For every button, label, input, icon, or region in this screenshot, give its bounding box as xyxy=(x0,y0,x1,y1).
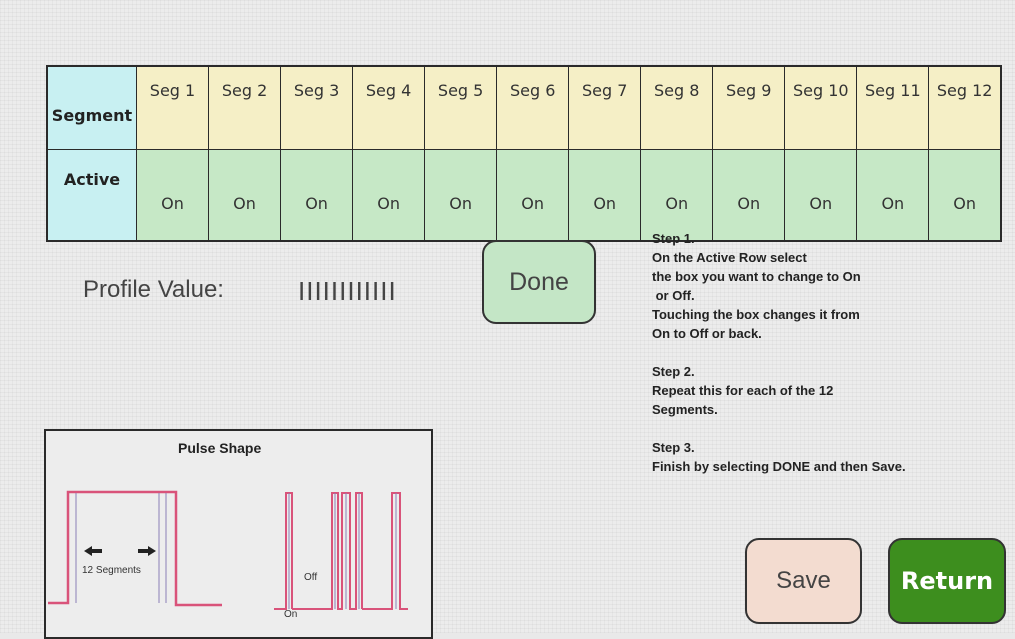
pulse-shape-diagram xyxy=(48,490,408,610)
active-toggle-1[interactable]: On xyxy=(135,149,210,242)
step1-line: Touching the box changes it from xyxy=(652,307,860,322)
active-toggle-11[interactable]: On xyxy=(856,149,930,242)
segment-cell-4: Seg 4 xyxy=(352,65,426,150)
step1-line: On the Active Row select xyxy=(652,250,807,265)
active-toggle-2[interactable]: On xyxy=(208,149,282,242)
active-toggle-9[interactable]: On xyxy=(712,149,786,242)
segment-cell-9: Seg 9 xyxy=(712,65,786,150)
active-row-header: Active xyxy=(46,149,137,242)
off-label: Off xyxy=(304,572,318,583)
pulse-shape-panel: Pulse Shape 12 Segments Off On xyxy=(44,429,433,639)
segment-cell-5: Seg 5 xyxy=(424,65,498,150)
step3-title: Step 3. xyxy=(652,440,695,455)
step2-title: Step 2. xyxy=(652,364,695,379)
instructions-panel: Step 1. On the Active Row select the box… xyxy=(652,229,992,476)
segment-cell-2: Seg 2 xyxy=(208,65,282,150)
step1-line: or Off. xyxy=(652,288,695,303)
segment-cell-3: Seg 3 xyxy=(280,65,354,150)
segmented-pulse-group xyxy=(274,492,408,610)
active-toggle-3[interactable]: On xyxy=(280,149,354,242)
step1-title: Step 1. xyxy=(652,231,695,246)
active-toggle-4[interactable]: On xyxy=(352,149,426,242)
right-arrow-icon xyxy=(138,546,156,556)
active-toggle-8[interactable]: On xyxy=(640,149,714,242)
segment-table: Segment Seg 1 Seg 2 Seg 3 Seg 4 Seg 5 Se… xyxy=(46,65,1002,242)
segment-cell-11: Seg 11 xyxy=(856,65,930,150)
segment-cell-7: Seg 7 xyxy=(568,65,642,150)
segment-row-header: Segment xyxy=(46,65,137,150)
on-label: On xyxy=(284,609,298,620)
active-row: Active On On On On On On On On On On On … xyxy=(46,149,1002,242)
segment-cell-12: Seg 12 xyxy=(928,65,1002,150)
left-arrow-icon xyxy=(84,546,102,556)
segment-cell-8: Seg 8 xyxy=(640,65,714,150)
profile-value-display: IIIIIIIIIIII xyxy=(298,276,397,306)
active-toggle-5[interactable]: On xyxy=(424,149,498,242)
step1-line: the box you want to change to On xyxy=(652,269,861,284)
step2-line: Repeat this for each of the 12 xyxy=(652,383,834,398)
segments-count-label: 12 Segments xyxy=(82,565,141,576)
segment-row: Segment Seg 1 Seg 2 Seg 3 Seg 4 Seg 5 Se… xyxy=(46,65,1002,150)
pulse-waveform xyxy=(48,490,222,607)
active-toggle-12[interactable]: On xyxy=(928,149,1002,242)
active-toggle-10[interactable]: On xyxy=(784,149,858,242)
segment-cell-6: Seg 6 xyxy=(496,65,570,150)
segment-cell-1: Seg 1 xyxy=(135,65,210,150)
step1-line: On to Off or back. xyxy=(652,326,762,341)
active-toggle-7[interactable]: On xyxy=(568,149,642,242)
step2-line: Segments. xyxy=(652,402,718,417)
save-button[interactable]: Save xyxy=(745,538,862,624)
done-button[interactable]: Done xyxy=(482,240,596,324)
screen: Segment Seg 1 Seg 2 Seg 3 Seg 4 Seg 5 Se… xyxy=(0,0,1015,639)
return-button[interactable]: Return xyxy=(888,538,1006,624)
step3-line: Finish by selecting DONE and then Save. xyxy=(652,459,906,474)
active-toggle-6[interactable]: On xyxy=(496,149,570,242)
segment-cell-10: Seg 10 xyxy=(784,65,858,150)
profile-value-label: Profile Value: xyxy=(83,276,224,303)
